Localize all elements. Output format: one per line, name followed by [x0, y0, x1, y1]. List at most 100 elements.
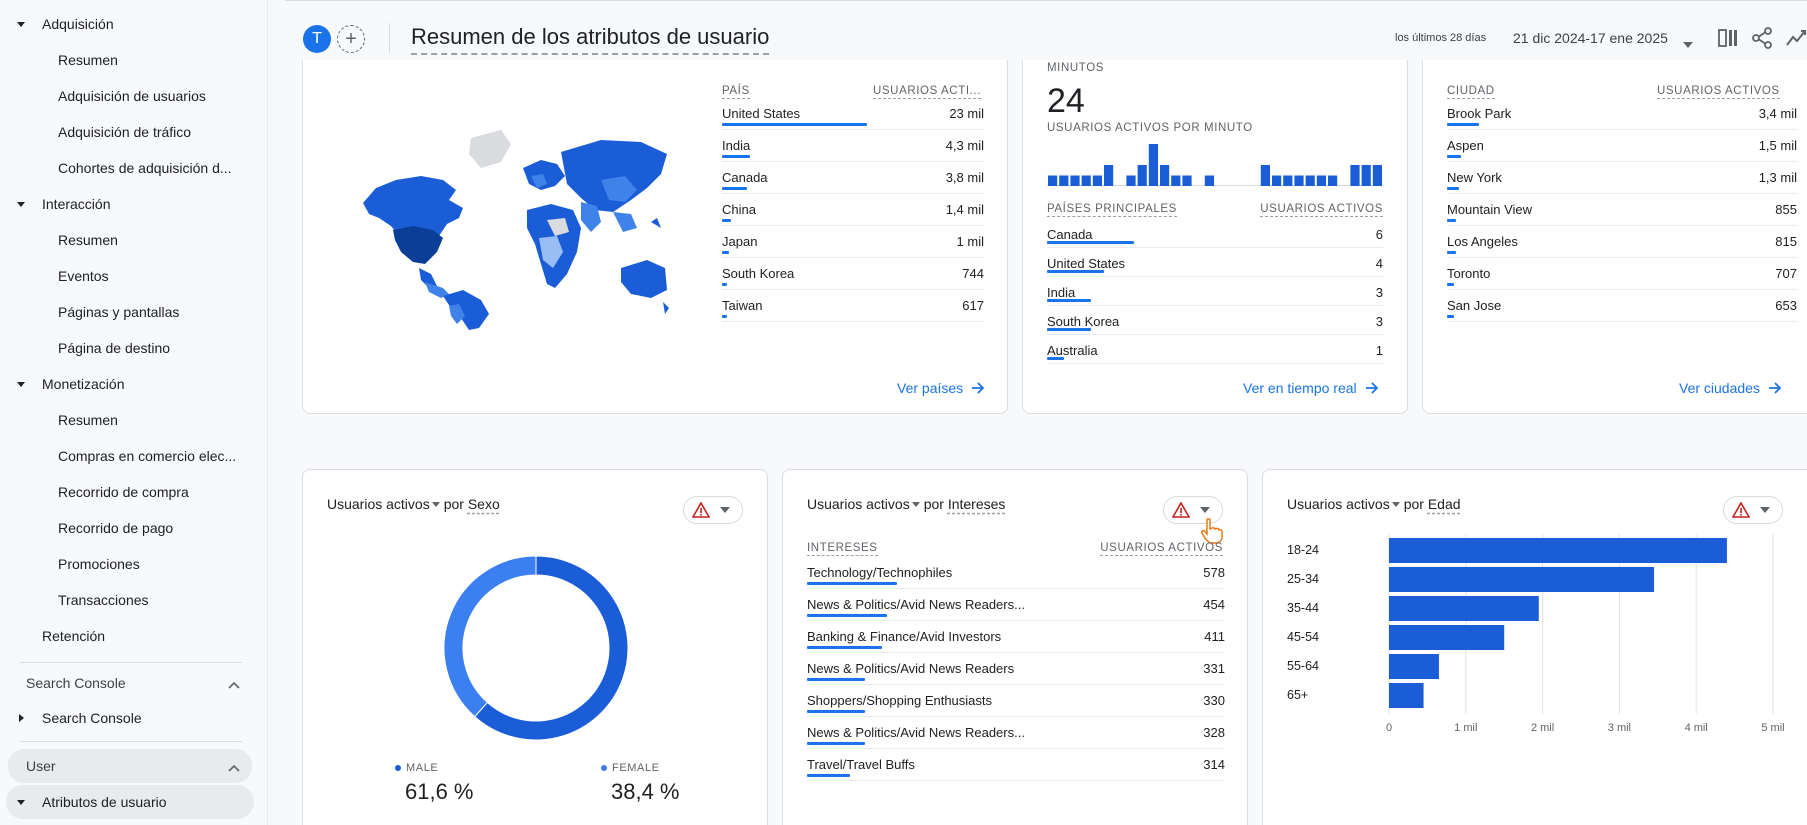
table-row[interactable]: Travel/Travel Buffs 314: [807, 749, 1225, 781]
sidebar-item-label: Promociones: [58, 556, 140, 572]
table-row[interactable]: News & Politics/Avid News Readers... 328: [807, 717, 1225, 749]
minute-bar[interactable]: [1081, 175, 1091, 187]
table-row[interactable]: India 4,3 mil: [722, 130, 984, 162]
table-row[interactable]: South Korea 3: [1047, 306, 1383, 335]
gender-donut-chart: [443, 555, 629, 741]
caret-down-icon[interactable]: [911, 502, 920, 507]
row-value: 411: [1204, 629, 1225, 644]
column-header-active-users[interactable]: USUARIOS ACTIVOS: [1657, 84, 1780, 99]
avatar[interactable]: T: [303, 25, 331, 53]
age-bar-35-44[interactable]: [1389, 596, 1539, 621]
column-header-active-users[interactable]: USUARIOS ACTIVOS: [1260, 202, 1383, 217]
minute-bar[interactable]: [1148, 144, 1158, 186]
minute-bar[interactable]: [1160, 165, 1170, 186]
column-header-top-countries[interactable]: PAÍSES PRINCIPALES: [1047, 202, 1177, 217]
minute-bar[interactable]: [1316, 175, 1326, 187]
minute-bar[interactable]: [1048, 175, 1058, 187]
row-value-bar: [1047, 357, 1064, 360]
sidebar-section-search-console[interactable]: Search Console: [8, 666, 252, 700]
metric-selector[interactable]: Usuarios activos: [807, 496, 910, 512]
minute-bar[interactable]: [1283, 175, 1293, 187]
column-header-active-users[interactable]: USUARIOS ACTIVOS: [1100, 541, 1223, 556]
table-row[interactable]: San Jose 653: [1447, 290, 1797, 322]
view-realtime-link[interactable]: Ver en tiempo real: [1243, 380, 1379, 396]
age-bar-65+[interactable]: [1389, 683, 1424, 708]
minute-bar[interactable]: [1059, 175, 1069, 187]
column-header-active-users[interactable]: USUARIOS ACTI...: [873, 84, 982, 99]
age-bar-18-24[interactable]: [1389, 538, 1727, 563]
column-header-interests[interactable]: INTERESES: [807, 541, 878, 556]
row-label: News & Politics/Avid News Readers...: [807, 597, 1025, 612]
minute-bar[interactable]: [1305, 175, 1315, 187]
minute-bar[interactable]: [1092, 175, 1102, 187]
table-row[interactable]: Toronto 707: [1447, 258, 1797, 290]
dimension-label[interactable]: Sexo: [468, 496, 500, 512]
table-row[interactable]: Taiwan 617: [722, 290, 984, 322]
table-row[interactable]: Los Angeles 815: [1447, 226, 1797, 258]
row-label: Australia: [1047, 343, 1098, 358]
sidebar-section-user[interactable]: User: [8, 749, 252, 783]
warning-icon: [1172, 502, 1190, 518]
donut-slice-female[interactable]: [443, 555, 537, 718]
minute-bar[interactable]: [1372, 165, 1382, 186]
minute-bar[interactable]: [1070, 175, 1080, 187]
sidebar-item-label: Resumen: [58, 412, 118, 428]
caret-down-icon[interactable]: [431, 502, 440, 507]
table-row[interactable]: News & Politics/Avid News Readers... 454: [807, 589, 1225, 621]
add-comparison-button[interactable]: +: [337, 25, 365, 53]
table-row[interactable]: News & Politics/Avid News Readers 331: [807, 653, 1225, 685]
table-row[interactable]: Banking & Finance/Avid Investors 411: [807, 621, 1225, 653]
minute-bar[interactable]: [1272, 175, 1282, 187]
compare-icon[interactable]: [1717, 27, 1739, 49]
minute-bar[interactable]: [1328, 175, 1338, 187]
table-row[interactable]: Brook Park 3,4 mil: [1447, 98, 1797, 130]
sidebar-item-label: Interacción: [42, 196, 111, 212]
row-value-bar: [1447, 155, 1461, 158]
table-row[interactable]: Technology/Technophiles 578: [807, 557, 1225, 589]
table-row[interactable]: New York 1,3 mil: [1447, 162, 1797, 194]
table-row[interactable]: Aspen 1,5 mil: [1447, 130, 1797, 162]
table-row[interactable]: Japan 1 mil: [722, 226, 984, 258]
minute-bar[interactable]: [1294, 175, 1304, 187]
row-label: News & Politics/Avid News Readers: [807, 661, 1015, 676]
table-row[interactable]: Canada 3,8 mil: [722, 162, 984, 194]
row-label: News & Politics/Avid News Readers...: [807, 725, 1025, 740]
table-row[interactable]: India 3: [1047, 277, 1383, 306]
metric-selector[interactable]: Usuarios activos: [327, 496, 430, 512]
table-row[interactable]: United States 23 mil: [722, 98, 984, 130]
table-row[interactable]: Mountain View 855: [1447, 194, 1797, 226]
data-quality-warning-button[interactable]: [683, 496, 743, 524]
table-row[interactable]: Canada 6: [1047, 219, 1383, 248]
column-header-country[interactable]: PAÍS: [722, 84, 750, 99]
dimension-label[interactable]: Intereses: [948, 496, 1006, 512]
arrow-right-icon: [972, 382, 985, 394]
caret-down-icon: [16, 199, 26, 209]
minute-bar[interactable]: [1104, 165, 1114, 186]
minute-bar[interactable]: [1204, 175, 1214, 187]
row-label: Shoppers/Shopping Enthusiasts: [807, 693, 993, 708]
minute-bar[interactable]: [1126, 175, 1136, 187]
table-row[interactable]: Shoppers/Shopping Enthusiasts 330: [807, 685, 1225, 717]
age-bar-45-54[interactable]: [1389, 625, 1505, 650]
row-label: Mountain View: [1447, 202, 1533, 217]
age-bar-55-64[interactable]: [1389, 654, 1439, 679]
column-header-city[interactable]: CIUDAD: [1447, 84, 1495, 99]
view-cities-link[interactable]: Ver ciudades: [1679, 380, 1782, 396]
date-range-picker[interactable]: 21 dic 2024-17 ene 2025: [1513, 30, 1668, 46]
minute-bar[interactable]: [1260, 165, 1270, 186]
age-bar-25-34[interactable]: [1389, 567, 1654, 592]
insights-icon[interactable]: [1785, 27, 1807, 49]
share-icon[interactable]: [1751, 27, 1773, 49]
caret-down-icon: [16, 379, 26, 389]
table-row[interactable]: United States 4: [1047, 248, 1383, 277]
date-range-dropdown-icon[interactable]: [1683, 35, 1693, 53]
minute-bar[interactable]: [1182, 175, 1192, 187]
table-row[interactable]: China 1,4 mil: [722, 194, 984, 226]
table-row[interactable]: Australia 1: [1047, 335, 1383, 364]
minute-bar[interactable]: [1350, 165, 1360, 186]
minute-bar[interactable]: [1361, 165, 1371, 186]
table-row[interactable]: South Korea 744: [722, 258, 984, 290]
view-countries-link[interactable]: Ver países: [897, 380, 985, 396]
minute-bar[interactable]: [1171, 175, 1181, 187]
minute-bar[interactable]: [1137, 165, 1147, 186]
